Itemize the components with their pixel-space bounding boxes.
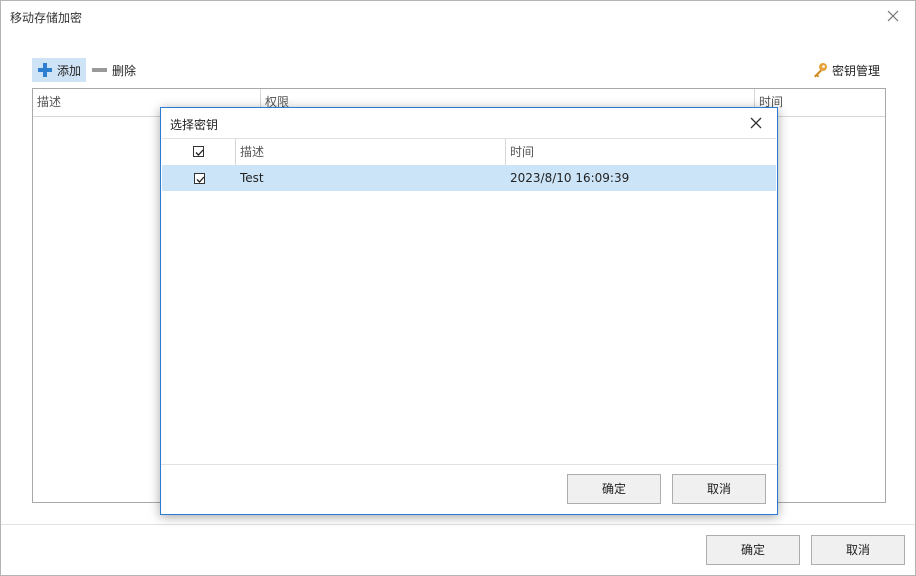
dialog-ok-button[interactable]: 确定 — [567, 474, 661, 504]
row-description: Test — [240, 171, 264, 185]
cancel-button[interactable]: 取消 — [811, 535, 905, 565]
dialog-title: 选择密钥 — [170, 118, 219, 132]
select-key-dialog: 选择密钥 描述 时间 Test 2023/8/10 16:09:39 确定 取消 — [160, 107, 778, 515]
key-grid-header: 描述 时间 — [162, 138, 776, 166]
select-all-checkbox[interactable] — [193, 146, 204, 157]
ok-button[interactable]: 确定 — [706, 535, 800, 565]
row-time: 2023/8/10 16:09:39 — [510, 171, 630, 185]
key-icon — [814, 63, 827, 78]
dialog-close-button[interactable] — [749, 116, 763, 130]
check-icon — [195, 149, 204, 156]
column-header-select — [162, 139, 236, 165]
delete-button-label: 删除 — [112, 63, 137, 78]
row-checkbox[interactable] — [194, 173, 205, 184]
add-button[interactable]: 添加 — [32, 58, 86, 82]
add-button-label: 添加 — [57, 63, 82, 78]
table-row[interactable]: Test 2023/8/10 16:09:39 — [162, 165, 776, 191]
close-icon — [887, 10, 899, 22]
window-close-button[interactable] — [885, 8, 901, 24]
key-manage-label: 密钥管理 — [832, 63, 881, 78]
key-grid: 描述 时间 Test 2023/8/10 16:09:39 — [162, 138, 776, 464]
check-icon — [196, 176, 205, 183]
minus-icon — [92, 68, 107, 72]
plus-icon — [38, 63, 52, 77]
delete-button[interactable]: 删除 — [91, 58, 145, 82]
key-manage-button[interactable]: 密钥管理 — [811, 58, 891, 82]
dialog-cancel-button[interactable]: 取消 — [672, 474, 766, 504]
dialog-footer-divider — [161, 464, 777, 465]
footer-divider — [1, 524, 915, 525]
column-header-description[interactable]: 描述 — [236, 139, 506, 165]
window-title: 移动存储加密 — [10, 11, 83, 25]
column-header-time[interactable]: 时间 — [506, 139, 776, 165]
close-icon — [750, 117, 762, 129]
